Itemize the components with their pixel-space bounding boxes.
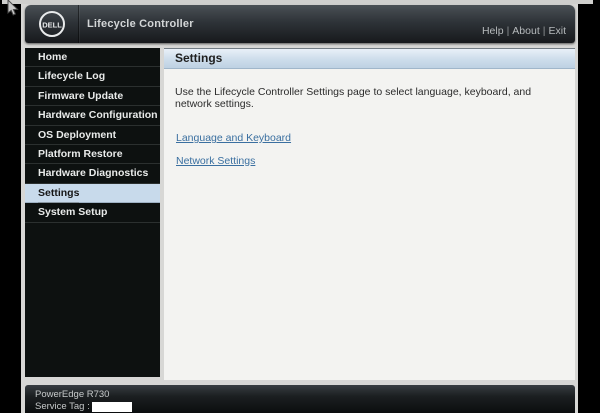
- links-divider: |: [542, 25, 546, 37]
- network-settings-link[interactable]: Network Settings: [176, 155, 255, 167]
- main-panel: Settings Use the Lifecycle Controller Se…: [164, 48, 575, 380]
- page-description: Use the Lifecycle Controller Settings pa…: [175, 86, 532, 110]
- title-bar-links: Help | About | Exit: [482, 25, 566, 37]
- title-bar: DELL Lifecycle Controller Help | About | Exi…: [25, 5, 575, 43]
- sidebar-item-firmware-update[interactable]: Firmware Update: [25, 87, 160, 107]
- sidebar-item-hardware-configuration[interactable]: Hardware Configuration: [25, 106, 160, 126]
- sidebar-item-hardware-diagnostics[interactable]: Hardware Diagnostics: [25, 164, 160, 184]
- exit-link[interactable]: Exit: [548, 25, 566, 37]
- sidebar-item-system-setup[interactable]: System Setup: [25, 203, 160, 223]
- title-bar-divider: [78, 5, 79, 43]
- service-tag-label: Service Tag :: [35, 401, 90, 412]
- server-model: PowerEdge R730: [35, 389, 110, 400]
- service-tag-redacted-value: [91, 401, 132, 412]
- sidebar-item-os-deployment[interactable]: OS Deployment: [25, 126, 160, 145]
- settings-links: Language and Keyboard Network Settings: [176, 132, 575, 167]
- help-link[interactable]: Help: [482, 25, 504, 37]
- service-tag-line: Service Tag :: [35, 401, 132, 412]
- about-link[interactable]: About: [512, 25, 539, 37]
- sidebar-item-lifecycle-log[interactable]: Lifecycle Log: [25, 67, 160, 87]
- screen: { "window": { "brand": "DELL", "app_titl…: [0, 0, 600, 413]
- sidebar-item-home[interactable]: Home: [25, 48, 160, 68]
- dell-logo-text: DELL: [42, 21, 62, 30]
- page-title: Settings: [164, 49, 575, 69]
- sidebar-item-platform-restore[interactable]: Platform Restore: [25, 145, 160, 165]
- dell-logo-icon: DELL: [38, 10, 66, 38]
- links-divider: |: [506, 25, 510, 37]
- language-and-keyboard-link[interactable]: Language and Keyboard: [176, 132, 291, 144]
- sidebar-nav: Home Lifecycle Log Firmware Update Hardw…: [25, 48, 160, 377]
- sidebar-item-settings[interactable]: Settings: [25, 183, 160, 204]
- lifecycle-controller-window: DELL Lifecycle Controller Help | About | Exi…: [21, 4, 578, 413]
- app-title: Lifecycle Controller: [87, 18, 194, 30]
- status-bar: PowerEdge R730 Service Tag :: [25, 385, 575, 413]
